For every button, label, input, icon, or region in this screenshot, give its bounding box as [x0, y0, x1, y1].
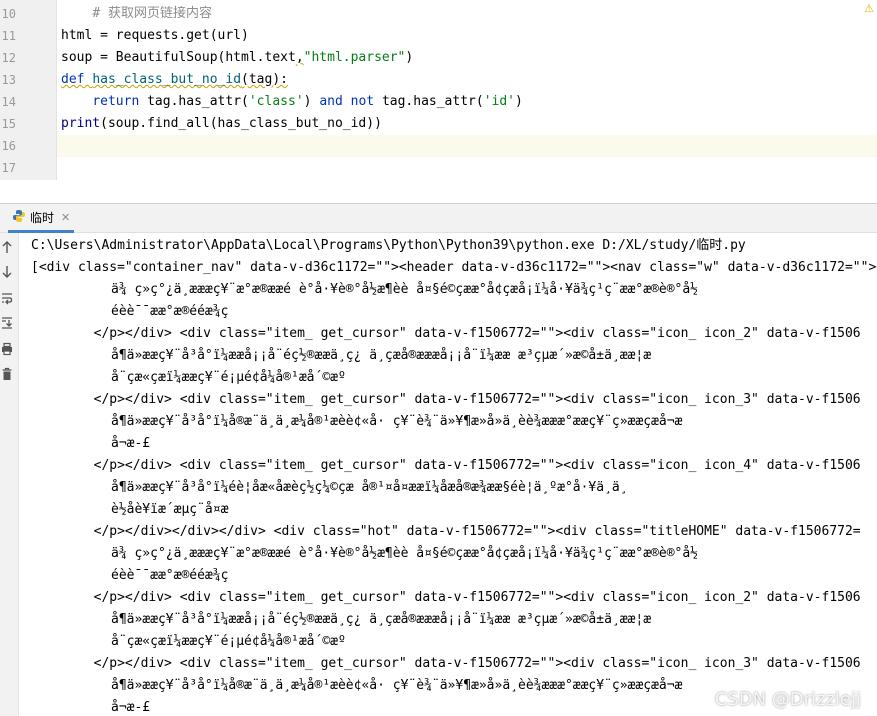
code-token: 'id' — [483, 94, 515, 109]
console-line: å¨çæ«çæï¼ææç¥¨é¡µé¢å¼å®¹æå´©æº — [111, 634, 346, 649]
code-token: tag.has_attr( — [147, 94, 249, 109]
rerun-up-icon[interactable] — [0, 239, 14, 255]
code-line[interactable]: html = requests.get(url) — [61, 25, 249, 47]
code-token: soup = BeautifulSoup(html.text — [61, 50, 296, 65]
code-line[interactable]: # 获取网页链接内容 — [61, 3, 212, 25]
console-line: éèè¯¯ææ°æ®ééæ¾ç — [111, 568, 229, 583]
code-token: ) — [405, 50, 414, 65]
line-number: 14 — [1, 95, 16, 109]
code-line[interactable]: soup = BeautifulSoup(html.text,"html.par… — [61, 47, 413, 69]
code-token: ) — [515, 94, 523, 109]
code-token: ) — [303, 94, 320, 109]
console-line: </p></div> <div class="item_ get_cursor"… — [31, 590, 861, 605]
code-token: (soup.find_all(has_class_but_no_id)) — [100, 116, 382, 131]
console-line: </p></div> <div class="item_ get_cursor"… — [31, 656, 861, 671]
code-token: (tag): — [241, 72, 288, 87]
scroll-down-icon[interactable] — [0, 264, 14, 280]
code-token: def — [61, 72, 93, 87]
code-token: tag.has_attr( — [381, 94, 484, 109]
code-token: "html.parser" — [303, 50, 406, 65]
code-token: 'class' — [248, 94, 304, 109]
soft-wrap-icon[interactable] — [0, 290, 14, 306]
line-number: 10 — [1, 7, 16, 21]
code-line[interactable]: print(soup.find_all(has_class_but_no_id)… — [61, 113, 382, 135]
print-icon[interactable] — [0, 341, 14, 357]
console-line: </p></div></div></div> <div class="hot" … — [31, 524, 861, 539]
console-line: å¬æ-£ — [111, 436, 151, 451]
console-line: ä¾ ç»ç°¿ä¸æææç¥¨æ°æ®ææé è°å·¥è®°å½æ¶èè å… — [111, 282, 698, 297]
warning-icon[interactable]: ⚠ — [864, 2, 874, 15]
code-token: # 获取网页链接内容 — [92, 6, 212, 21]
code-token: and not — [319, 94, 382, 109]
line-number: 15 — [1, 117, 16, 131]
line-number: 13 — [1, 73, 16, 87]
code-token: has_class_but_no_id — [92, 72, 242, 87]
console-line: éèè¯¯ææ°æ®ééæ¾ç — [111, 304, 229, 319]
console-line: å¶ä»ææç¥¨å³å°ï¼ææå¡¡å¨éç½®ææä¸ç¿ ä¸çæå®æ… — [111, 348, 652, 363]
current-line-highlight — [57, 135, 877, 157]
console-line: å¶ä»ææç¥¨å³å°ï¼å®æ¨ä¸ä¸æ¼å®¹æèè¢«å· ç¥¨è… — [111, 414, 683, 429]
code-token: print — [61, 116, 101, 131]
console-line: å¨çæ«çæï¼ææç¥¨é¡µé¢å¼å®¹æå´©æº — [111, 370, 346, 385]
csdn-watermark: CSDN @Drizzlejj — [714, 689, 861, 710]
console-line: C:\Users\Administrator\AppData\Local\Pro… — [31, 238, 746, 253]
run-console-output[interactable]: C:\Users\Administrator\AppData\Local\Pro… — [19, 233, 877, 716]
console-line: ä¾ ç»ç°¿ä¸æææç¥¨æ°æ®ææé è°å·¥è®°å½æ¶èè å… — [111, 546, 698, 561]
code-token: , — [295, 50, 304, 65]
run-tab-label: 临时 — [30, 210, 55, 225]
code-token: return — [92, 94, 148, 109]
close-tab-icon[interactable]: ✕ — [61, 211, 70, 224]
trash-icon[interactable] — [0, 366, 14, 382]
python-icon — [12, 208, 26, 227]
code-token: html = requests.get(url) — [61, 28, 249, 43]
console-line: </p></div> <div class="item_ get_cursor"… — [31, 458, 861, 473]
console-line: å¶ä»ææç¥¨å³å°ï¼éè¦åæ«åæèç½ç¼©çæ å®¹¤å¤ææ… — [111, 480, 628, 495]
console-line: </p></div> <div class="item_ get_cursor"… — [31, 326, 861, 341]
run-toolbar — [0, 233, 19, 716]
scroll-to-end-icon[interactable] — [0, 315, 14, 331]
console-line: [<div class="container_nav" data-v-d36c1… — [31, 260, 877, 275]
code-editor[interactable]: 10 11 12 13 14 15 16 17 ⚠ # 获取网页链接内容 html = requ… — [0, 0, 877, 180]
run-tab[interactable]: 临时 ✕ — [8, 204, 75, 233]
console-line: </p></div> <div class="item_ get_cursor"… — [31, 392, 861, 407]
line-number: 12 — [1, 51, 16, 65]
line-number: 16 — [1, 139, 16, 153]
console-line: å¶ä»ææç¥¨å³å°ï¼å®æ¨ä¸ä¸æ¼å®¹æèè¢«å· ç¥¨è… — [111, 678, 683, 693]
line-number: 11 — [1, 29, 16, 43]
console-line: å¬æ-£ — [111, 700, 151, 715]
console-line: å¶ä»ææç¥¨å³å°ï¼ææå¡¡å¨éç½®ææä¸ç¿ ä¸çæå®æ… — [111, 612, 652, 627]
line-number: 17 — [1, 161, 16, 175]
code-line[interactable]: return tag.has_attr('class') and not tag… — [61, 91, 523, 113]
line-number-gutter: 10 11 12 13 14 15 16 17 — [0, 0, 57, 180]
code-line[interactable]: def has_class_but_no_id(tag): — [61, 69, 288, 91]
run-tool-window-header: 临时 ✕ — [0, 203, 877, 233]
console-line: è½åè¥ïæ´æµç¨å¤æ — [111, 502, 229, 517]
